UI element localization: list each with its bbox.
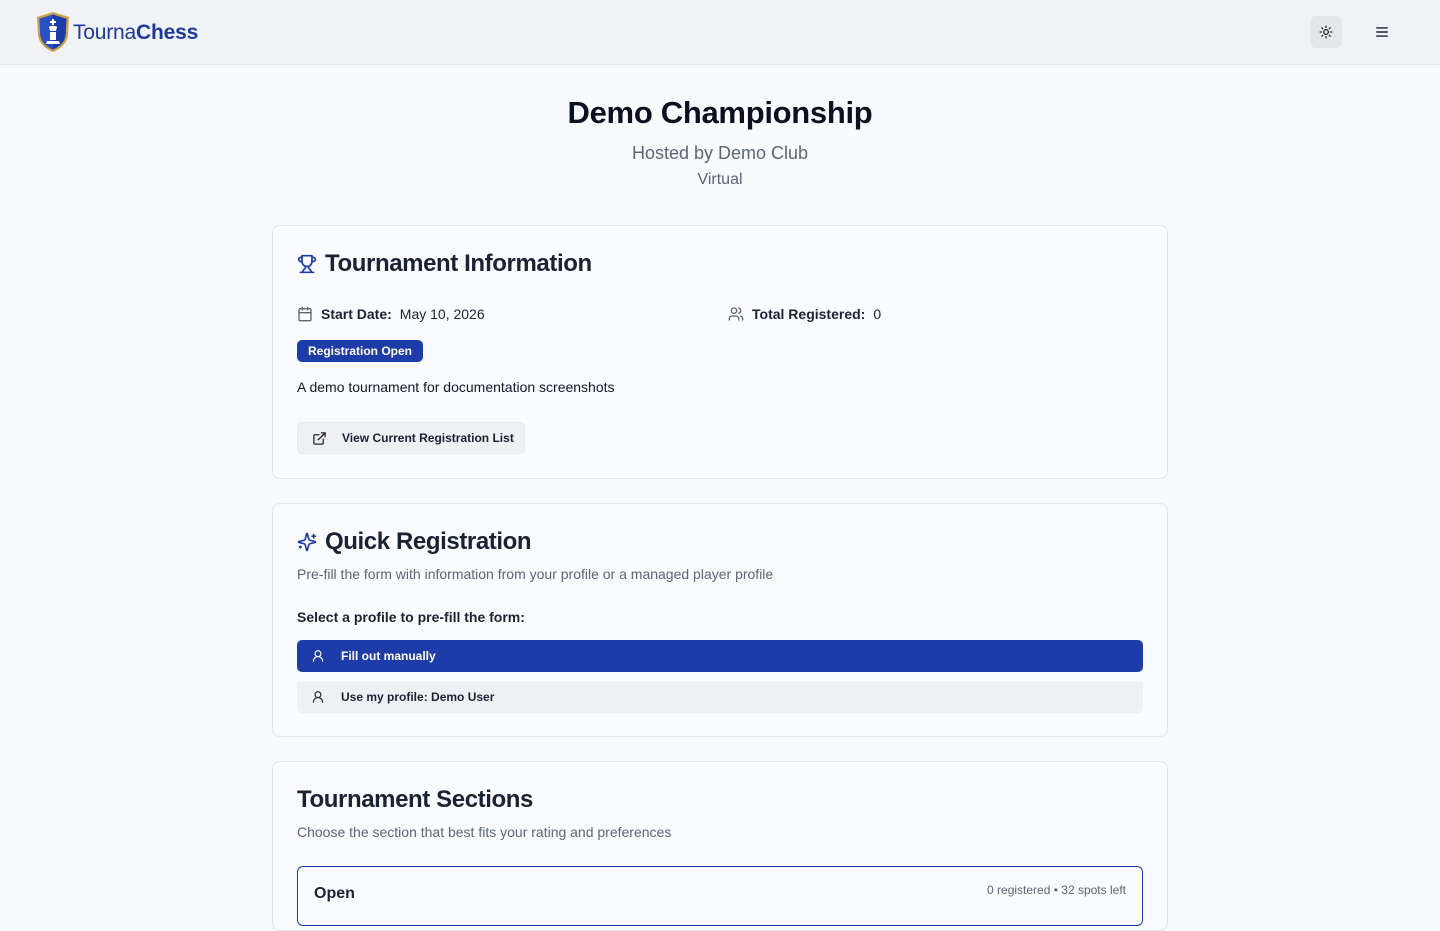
- section-registered-count: 0 registered: [987, 883, 1051, 897]
- calendar-icon: [298, 306, 312, 322]
- tournament-info-card: Tournament Information Start Date: May 1…: [272, 225, 1168, 479]
- quick-registration-heading: Quick Registration: [297, 528, 532, 556]
- top-navbar: TournaChess: [0, 0, 1440, 65]
- sun-icon: [1319, 25, 1333, 39]
- tournament-sections-subtitle: Choose the section that best fits your r…: [297, 824, 672, 840]
- status-badge: Registration Open: [297, 340, 424, 362]
- menu-button[interactable]: [1366, 16, 1398, 48]
- sparkles-icon: [297, 532, 317, 552]
- page-title: Demo Championship: [567, 95, 873, 130]
- brand-name-part2: Chess: [136, 20, 199, 44]
- profile-option-my-profile[interactable]: Use my profile: Demo User: [297, 681, 1143, 713]
- brand-logo[interactable]: TournaChess: [35, 11, 198, 53]
- view-registration-list-label: View Current Registration List: [342, 431, 514, 445]
- tournament-sections-title: Tournament Sections: [297, 786, 533, 813]
- total-registered-row: Total Registered: 0: [728, 306, 881, 322]
- start-date-label: Start Date:: [321, 306, 392, 322]
- hamburger-icon: [1376, 27, 1388, 37]
- section-option-open[interactable]: Open 0 registered • 32 spots left: [297, 866, 1143, 926]
- tournament-info-heading: Tournament Information: [297, 250, 592, 278]
- section-name: Open: [314, 885, 355, 902]
- quick-registration-subtitle: Pre-fill the form with information from …: [297, 566, 774, 582]
- total-registered-label: Total Registered:: [752, 306, 866, 322]
- brand-name-part1: Tourna: [73, 20, 137, 44]
- user-icon: [312, 650, 324, 662]
- tournament-info-title: Tournament Information: [325, 250, 592, 277]
- profile-select-label: Select a profile to pre-fill the form:: [297, 609, 525, 625]
- section-availability: 0 registered • 32 spots left: [987, 883, 1126, 897]
- external-link-icon: [313, 431, 326, 445]
- total-registered-value: 0: [873, 306, 882, 322]
- profile-option-label: Use my profile: Demo User: [341, 690, 495, 704]
- tournament-description: A demo tournament for documentation scre…: [297, 379, 615, 395]
- location-text: Virtual: [697, 171, 743, 188]
- user-icon: [312, 691, 324, 703]
- quick-registration-title: Quick Registration: [325, 528, 532, 555]
- users-icon: [728, 307, 744, 321]
- profile-option-manual[interactable]: Fill out manually: [297, 640, 1143, 672]
- trophy-icon: [297, 254, 317, 274]
- view-registration-list-button[interactable]: View Current Registration List: [297, 422, 525, 454]
- shield-king-icon: [37, 12, 69, 52]
- brand-name: TournaChess: [73, 22, 198, 43]
- start-date-value: May 10, 2026: [399, 306, 485, 322]
- host-text: Hosted by Demo Club: [631, 143, 809, 163]
- quick-registration-card: Quick Registration Pre-fill the form wit…: [272, 503, 1168, 737]
- section-spots-left: 32 spots left: [1061, 883, 1126, 897]
- theme-toggle-button[interactable]: [1310, 16, 1342, 48]
- profile-option-label: Fill out manually: [341, 649, 436, 663]
- start-date-row: Start Date: May 10, 2026: [297, 306, 485, 322]
- tournament-sections-card: Tournament Sections Choose the section t…: [272, 761, 1168, 931]
